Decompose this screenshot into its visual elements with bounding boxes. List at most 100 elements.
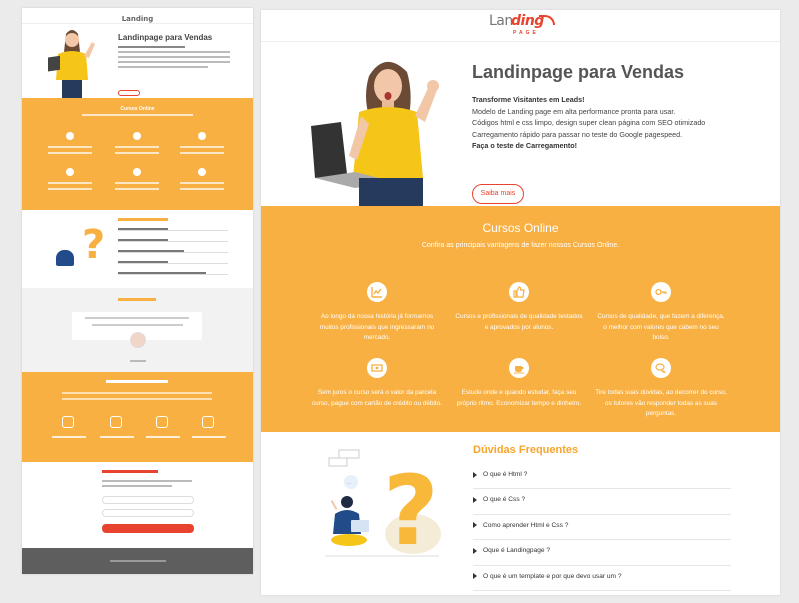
thumb-feature-text [115,146,159,154]
money-icon [367,358,387,378]
faq-title: Dúvidas Frequentes [473,444,579,456]
thumb-testimonial-avatar [130,332,146,348]
feature-item: Cursos de qualidade, que fazem a diferen… [595,282,727,344]
chart-icon [367,282,387,302]
thumb-contato-label [52,436,86,438]
thumb-hero: Landinpage para Vendas [22,24,253,98]
thumb-contato-label [192,436,226,438]
thumb-feature-icon [198,132,206,140]
saiba-mais-button[interactable]: Saiba mais [472,184,524,204]
faq-list: O que é Html ? O que é Css ? Como aprend… [473,464,731,591]
thumb-depoimentos-title [118,298,156,301]
thumb-submit-button [102,524,194,533]
feature-item: Estude onde e quando estudar, faça seu p… [453,358,585,409]
thumb-cursos-title: Cursos Online [120,106,155,112]
caret-right-icon [473,471,477,478]
caret-right-icon [473,496,477,503]
thumb-feature-icon [66,168,74,176]
thumb-feature-icon [198,168,206,176]
faq-item[interactable]: Oque é Landingpage ? [473,540,731,566]
caret-right-icon [473,573,477,580]
feature-text: Cursos e profissionais de qualidade test… [455,313,583,331]
thumb-contato-label [146,436,180,438]
landing-page-preview: Lan ding PAGE Landinpage para Vendas Tra… [261,10,780,595]
feature-text: Ao longo da nossa história já formamos m… [319,313,435,341]
thumb-hero-girl-image [44,26,100,98]
thumb-contato-text [62,392,212,394]
thumb-contato-label [100,436,134,438]
hero-line: Códigos html e css limpo, design super c… [472,118,706,128]
feature-item: Cursos e profissionais de qualidade test… [453,282,585,333]
thumb-form-title [102,470,158,473]
thumb-depoimentos-section [22,288,253,372]
faq-item[interactable]: O que é Html ? [473,464,731,490]
thumb-faq-title [118,218,168,221]
full-page-thumbnail[interactable]: Landing Landinpage para Vendas Cursos On… [22,8,253,574]
thumb-feature-icon [133,168,141,176]
chat-icon [651,358,671,378]
key-icon [651,282,671,302]
faq-section: ? ... Dúvidas Frequentes O que é Html ? … [261,432,780,595]
faq-question: O que é Css ? [483,496,526,504]
screenshot-stage: Landing Landinpage para Vendas Cursos On… [0,0,799,603]
thumb-feature-text [48,146,92,154]
cursos-section: Cursos Online Confira as principais vant… [261,206,780,432]
thumb-faq-section: ? [22,210,253,288]
thumb-feature-text [115,182,159,190]
svg-text:?: ? [383,455,439,558]
thumb-hero-text [118,46,230,71]
thumb-form-text [102,485,172,487]
faq-item[interactable]: O que é Css ? [473,489,731,515]
site-header: Lan ding PAGE [261,10,780,42]
thumb-faq-illustration [56,250,74,266]
thumb-feature-text [180,182,224,190]
thumb-cursos-subtitle [82,114,193,116]
thumbs-up-icon [509,282,529,302]
thumb-form-section [22,462,253,548]
hero-line: Carregamento rápido para passar no teste… [472,129,683,139]
caret-right-icon [473,547,477,554]
feature-text: Cursos de qualidade, que fazem a diferen… [597,313,725,341]
thumb-hero-title: Landinpage para Vendas [118,33,213,42]
thumb-name-input [102,496,194,504]
cursos-subtitle: Confira as principais vantagens de fazer… [421,242,620,249]
thumb-logo: Landing [121,15,154,23]
thumb-mail-icon [156,416,168,428]
thumb-location-icon [202,416,214,428]
thumb-feature-text [48,182,92,190]
thumb-chat-icon [62,416,74,428]
thumb-phone-icon [110,416,122,428]
faq-question: O que é Html ? [483,471,528,478]
thumb-carousel-dots [130,360,146,362]
logo-text-land: Lan [489,13,513,29]
feature-text: Tire todas suas dúvidas, ao decorrer do … [595,389,727,417]
faq-illustration: ? ... [325,449,441,558]
thumb-contato-section [22,372,253,462]
faq-item[interactable]: O que é um template e por que devo usar … [473,566,731,591]
cursos-title: Cursos Online [482,221,559,235]
feature-item: Sem juros o curso será o valor da parcel… [311,358,443,409]
thumb-feature-icon [66,132,74,140]
logo-text-page: PAGE [513,30,539,36]
hero-line: Modelo de Landing page em alta performan… [472,106,676,116]
faq-question: Oque é Landingpage ? [483,547,551,555]
faq-item[interactable]: Como aprender Html e Css ? [473,515,731,541]
logo-swoosh-icon [539,15,555,25]
thumb-email-input [102,509,194,517]
hero-copy: Transforme Visitantes em Leads! Modelo d… [472,94,762,152]
thumb-feature-icon [133,132,141,140]
thumb-footer [22,548,253,574]
feature-item: Tire todas suas dúvidas, ao decorrer do … [595,358,727,420]
thumb-question-mark-icon: ? [82,222,106,268]
faq-question: Como aprender Html e Css ? [483,521,569,529]
feature-text: Estude onde e quando estudar, faça seu p… [456,389,582,407]
thumb-header: Landing [22,8,253,24]
site-logo[interactable]: Lan ding PAGE [489,13,555,39]
hero-girl-laptop-image [307,46,457,206]
feature-text: Sem juros o curso será o valor da parcel… [311,389,443,407]
thumb-cursos-section: Cursos Online [22,98,253,210]
hero-line: Faça o teste de Carregamento! [472,141,578,151]
thumb-feature-text [180,146,224,154]
thumb-contato-title [106,380,168,383]
hero-title: Landinpage para Vendas [472,62,685,82]
